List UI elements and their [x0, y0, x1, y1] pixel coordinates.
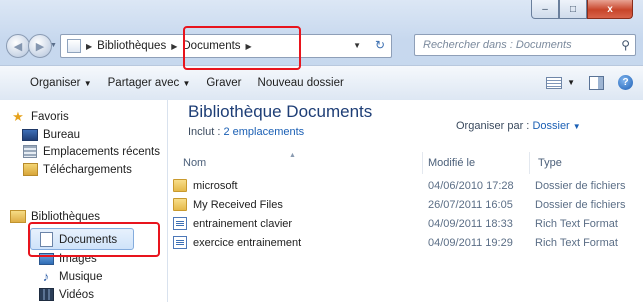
back-arrow-icon: ◀	[13, 40, 23, 53]
file-date: 26/07/2011 16:05	[428, 199, 513, 211]
sidebar-item-label: Favoris	[31, 110, 69, 123]
new-folder-button[interactable]: Nouveau dossier	[258, 77, 344, 89]
chevron-down-icon: ▼	[567, 78, 575, 87]
library-title: Bibliothèque Documents	[188, 102, 373, 121]
star-icon: ★	[12, 108, 24, 124]
sidebar-item-label: Emplacements récents	[43, 145, 160, 158]
back-button[interactable]: ◀	[6, 34, 30, 58]
locations-link[interactable]: 2 emplacements	[223, 126, 304, 138]
library-includes: Inclut : 2 emplacements	[188, 126, 304, 138]
arrange-dropdown[interactable]: Dossier ▼	[532, 120, 580, 132]
preview-pane-icon[interactable]	[589, 75, 604, 90]
file-row[interactable]: exercice entrainement 04/09/2011 19:29 R…	[168, 234, 643, 253]
file-type: Dossier de fichiers	[535, 180, 626, 192]
rtf-document-icon	[173, 217, 187, 230]
sidebar-item-label: Bibliothèques	[31, 210, 101, 223]
graver-button[interactable]: Graver	[206, 77, 241, 89]
search-input[interactable]: Rechercher dans : Documents ⚲	[414, 34, 636, 56]
column-divider[interactable]	[529, 152, 530, 174]
view-list-icon	[546, 76, 563, 89]
address-history-dropdown-icon[interactable]: ▼	[353, 41, 361, 50]
chevron-down-icon: ▼	[182, 79, 191, 88]
sidebar-item-bureau[interactable]: Bureau	[22, 126, 189, 143]
file-row[interactable]: entrainement clavier 04/09/2011 18:33 Ri…	[168, 215, 643, 234]
libraries-icon	[10, 210, 26, 224]
file-name: microsoft	[193, 180, 238, 192]
chevron-down-icon: ▼	[83, 79, 92, 88]
recent-pages-dropdown-icon[interactable]: ▼	[50, 42, 57, 49]
file-row[interactable]: microsoft 04/06/2010 17:28 Dossier de fi…	[168, 177, 643, 196]
column-header-type[interactable]: Type	[538, 157, 562, 169]
sidebar-item-label: Bureau	[43, 128, 81, 141]
sidebar-item-label: Musique	[59, 270, 103, 283]
folder-icon	[173, 198, 187, 211]
sidebar-documents-highlight	[28, 222, 160, 257]
column-divider[interactable]	[422, 152, 423, 174]
breadcrumb-separator-icon[interactable]: ▶	[171, 42, 177, 51]
sidebar-item-telechargements[interactable]: Téléchargements	[22, 161, 189, 178]
help-icon[interactable]: ?	[618, 75, 633, 90]
forward-button[interactable]: ▶	[28, 34, 52, 58]
sidebar-item-favoris[interactable]: ★ Favoris	[10, 108, 177, 125]
file-type: Rich Text Format	[535, 218, 618, 230]
file-name: exercice entrainement	[193, 237, 302, 249]
folder-location-icon	[67, 39, 81, 53]
column-header-name[interactable]: Nom	[183, 157, 206, 169]
organiser-label: Organiser	[30, 77, 81, 89]
desktop-icon	[22, 128, 38, 142]
sidebar-item-emplacements[interactable]: Emplacements récents	[22, 143, 189, 160]
chevron-down-icon: ▼	[572, 122, 581, 131]
file-name: My Received Files	[193, 199, 283, 211]
includes-label: Inclut :	[188, 126, 221, 138]
address-documents-highlight	[183, 26, 301, 70]
arrange-value: Dossier	[532, 120, 570, 132]
close-button[interactable]: x	[587, 0, 633, 19]
refresh-icon[interactable]: ↻	[375, 38, 385, 52]
folder-icon	[173, 179, 187, 192]
sort-ascending-icon: ▲	[289, 152, 296, 159]
music-icon: ♪	[42, 269, 50, 284]
navigation-pane: ★ Favoris Bureau Emplacements récents Té…	[0, 100, 168, 302]
breadcrumb-separator-icon[interactable]: ▶	[86, 42, 92, 51]
file-date: 04/09/2011 19:29	[428, 237, 513, 249]
file-date: 04/06/2010 17:28	[428, 180, 514, 192]
partager-label: Partager avec	[107, 77, 180, 89]
arrange-label: Organiser par :	[456, 120, 530, 132]
navigation-bar: ◀ ▶ ▼ ▶ Bibliothèques ▶ Documents ▶ ▼ ↻ …	[0, 30, 643, 62]
file-date: 04/09/2011 18:33	[428, 218, 513, 230]
minimize-button[interactable]: –	[531, 0, 559, 19]
recent-places-icon	[22, 145, 38, 159]
file-name: entrainement clavier	[193, 218, 293, 230]
search-icon[interactable]: ⚲	[621, 38, 630, 52]
file-row[interactable]: My Received Files 26/07/2011 16:05 Dossi…	[168, 196, 643, 215]
forward-arrow-icon: ▶	[35, 40, 45, 53]
file-type: Dossier de fichiers	[535, 199, 626, 211]
sidebar-item-label: Vidéos	[59, 288, 94, 301]
file-type: Rich Text Format	[535, 237, 618, 249]
partager-menu[interactable]: Partager avec ▼	[108, 77, 191, 89]
window-controls: – □ x	[531, 0, 633, 19]
sidebar-item-label: Téléchargements	[43, 163, 132, 176]
explorer-window: – □ x ◀ ▶ ▼ ▶ Bibliothèques ▶ Documents …	[0, 0, 643, 302]
breadcrumb-bibliotheques[interactable]: Bibliothèques	[97, 40, 166, 52]
column-header-modified[interactable]: Modifié le	[428, 157, 475, 169]
command-toolbar: Organiser ▼ Partager avec ▼ Graver Nouve…	[0, 65, 643, 101]
maximize-button[interactable]: □	[559, 0, 587, 19]
content-pane: Bibliothèque Documents Inclut : 2 emplac…	[168, 100, 643, 302]
downloads-icon	[22, 163, 38, 177]
videos-icon	[38, 288, 54, 302]
arrange-by: Organiser par : Dossier ▼	[456, 120, 581, 132]
search-placeholder: Rechercher dans : Documents	[423, 39, 572, 51]
view-options-button[interactable]: ▼	[546, 76, 575, 89]
rtf-document-icon	[173, 236, 187, 249]
organiser-menu[interactable]: Organiser ▼	[30, 77, 92, 89]
